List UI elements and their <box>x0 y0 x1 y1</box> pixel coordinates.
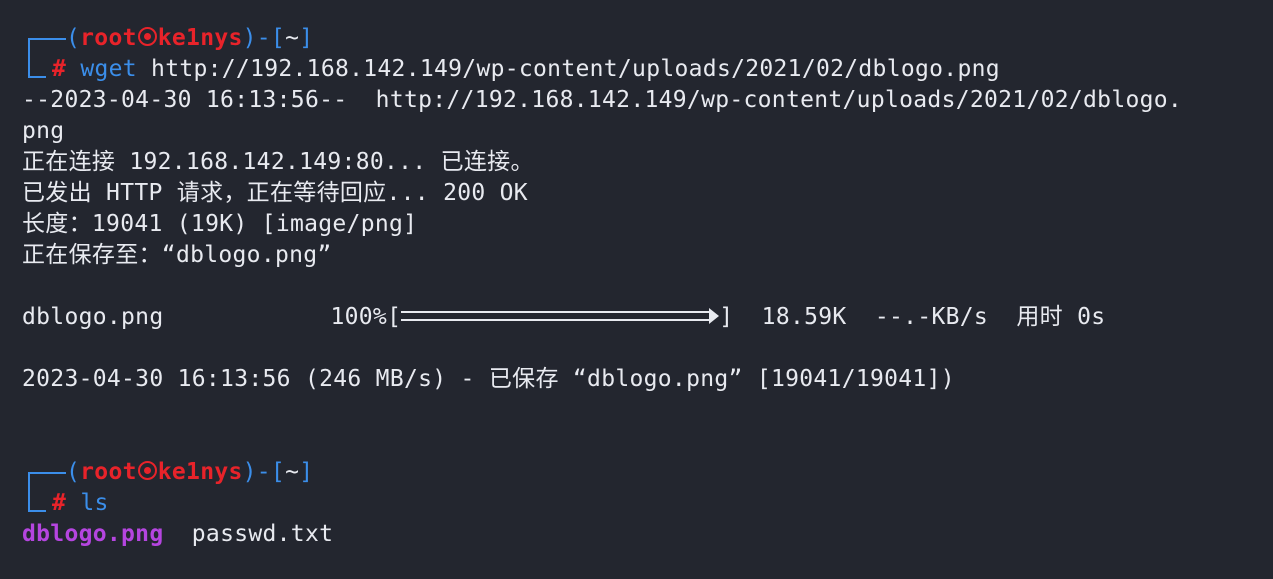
command-line-2[interactable]: # ls <box>52 488 109 519</box>
prompt-bracket-close: ] <box>299 25 314 51</box>
command-args: http://192.168.142.149/wp-content/upload… <box>136 56 1000 82</box>
progress-percent: 100%[ <box>330 304 402 330</box>
prompt-frame-bottom <box>28 496 46 512</box>
prompt-header-2: (root ke1nys)-[~] <box>66 457 313 488</box>
command-name: ls <box>80 490 109 516</box>
output-line: 正在保存至：“dblogo.png” <box>22 242 332 268</box>
output-line: 2023-04-30 16:13:56 (246 MB/s) - 已保存 “db… <box>22 366 955 392</box>
prompt-dir: ~ <box>285 459 300 485</box>
prompt-user: root <box>80 25 137 51</box>
command-name: wget <box>80 56 137 82</box>
prompt-host: ke1nys <box>157 459 243 485</box>
output-line: png <box>22 118 65 144</box>
prompt-dir: ~ <box>285 25 300 51</box>
output-line: 正在连接 192.168.142.149:80... 已连接。 <box>22 149 534 175</box>
prompt-hash: # <box>52 56 67 82</box>
output-line: --2023-04-30 16:13:56-- http://192.168.1… <box>22 87 1183 113</box>
prompt-user: root <box>80 459 137 485</box>
prompt-paren-open: ( <box>66 459 81 485</box>
prompt-host: ke1nys <box>157 25 243 51</box>
prompt-frame-bottom <box>28 62 46 78</box>
prompt-header-1: (root ke1nys)-[~] <box>66 23 313 54</box>
prompt-separator: )-[ <box>242 25 286 51</box>
command-line-1[interactable]: # wget http://192.168.142.149/wp-content… <box>52 54 1000 85</box>
progress-line: dblogo.png 100%[] 18.59K --.-KB/s 用时 0s <box>22 302 1105 333</box>
skull-icon <box>137 461 157 480</box>
prompt-separator: )-[ <box>242 459 286 485</box>
file-entry-text: passwd.txt <box>191 521 334 547</box>
progress-filename: dblogo.png <box>22 304 164 330</box>
progress-bar <box>401 310 712 321</box>
prompt-paren-open: ( <box>66 25 81 51</box>
output-line: 已发出 HTTP 请求，正在等待回应... 200 OK <box>22 180 528 206</box>
output-line: 长度：19041 (19K) [image/png] <box>22 211 418 237</box>
progress-bracket-close: ] <box>719 304 734 330</box>
file-entry-image: dblogo.png <box>22 521 164 547</box>
progress-stats: 18.59K --.-KB/s 用时 0s <box>733 304 1106 330</box>
prompt-hash: # <box>52 490 67 516</box>
ls-output: dblogo.png passwd.txt <box>22 519 333 550</box>
terminal-window[interactable]: (root ke1nys)-[~] # wget http://192.168.1… <box>0 0 1273 579</box>
skull-icon <box>137 27 157 46</box>
prompt-bracket-close: ] <box>299 459 314 485</box>
